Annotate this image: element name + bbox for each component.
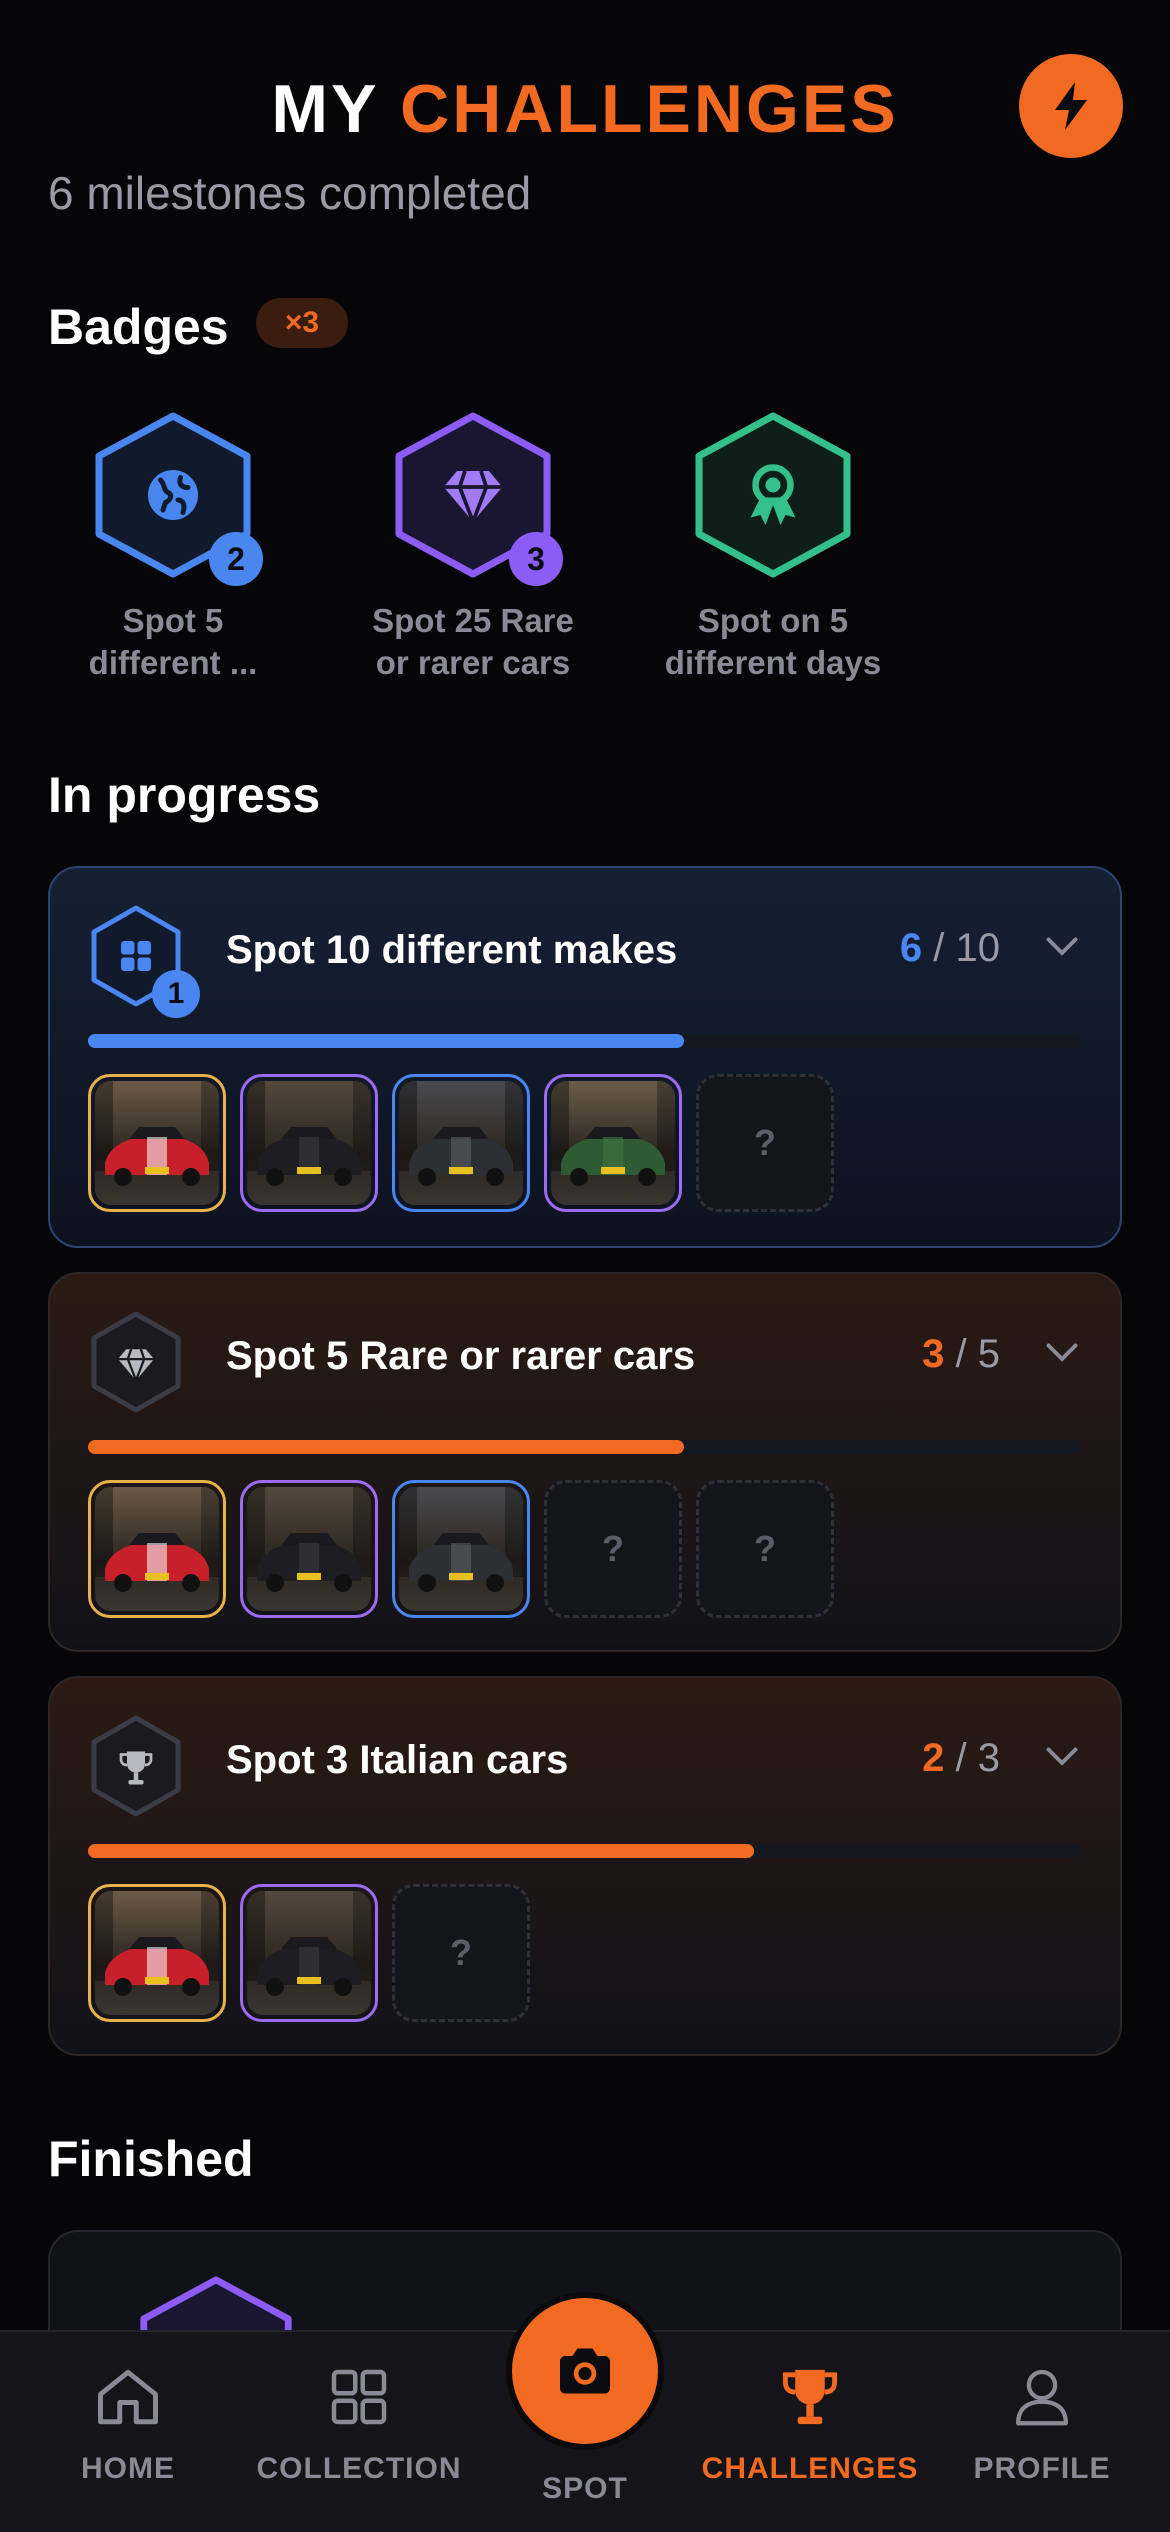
spot-camera-button[interactable] bbox=[506, 2292, 664, 2450]
car-photo bbox=[551, 1081, 675, 1186]
empty-slot[interactable]: ? bbox=[696, 1480, 834, 1618]
diamond-icon bbox=[443, 470, 503, 525]
badge-level: 2 bbox=[209, 532, 263, 586]
empty-slot[interactable]: ? bbox=[544, 1480, 682, 1618]
challenge-title: Spot 5 Rare or rarer cars bbox=[226, 1334, 696, 1378]
home-icon bbox=[98, 2369, 158, 2425]
camera-icon bbox=[560, 2348, 610, 2394]
car-photo bbox=[247, 1891, 371, 1996]
nav-spot-label: SPOT bbox=[542, 2472, 628, 2505]
grid-icon bbox=[121, 941, 151, 971]
car-thumbnail[interactable] bbox=[240, 1480, 378, 1618]
challenge-title: Spot 10 different makes bbox=[226, 928, 678, 972]
car-thumbnail[interactable] bbox=[544, 1074, 682, 1212]
user-icon bbox=[1016, 2369, 1068, 2426]
badge-label: Spot 25 Rare or rarer cars bbox=[372, 602, 574, 681]
car-thumbnail[interactable] bbox=[392, 1480, 530, 1618]
badges-count-pill: ×3 bbox=[256, 298, 348, 348]
empty-slot[interactable]: ? bbox=[696, 1074, 834, 1212]
chevron-down-icon[interactable] bbox=[1044, 1338, 1080, 1368]
challenge-level: 1 bbox=[152, 970, 200, 1018]
challenge-progress-text: 3 / 5 bbox=[922, 1332, 1000, 1376]
car-photo bbox=[247, 1081, 371, 1186]
progress-fill bbox=[88, 1034, 685, 1048]
car-thumbnail[interactable] bbox=[240, 1884, 378, 2022]
header: MY CHALLENGES 6 milestones completed bbox=[0, 0, 1170, 230]
page-title: MY CHALLENGES bbox=[271, 71, 899, 147]
nav-collection[interactable]: COLLECTION bbox=[249, 2362, 469, 2486]
challenge-card-italian[interactable]: Spot 3 Italian cars 2 / 3 ? bbox=[48, 1676, 1122, 2056]
trophy-icon bbox=[119, 1751, 153, 1785]
progress-bar bbox=[88, 1440, 1082, 1454]
finished-heading: Finished bbox=[48, 2131, 254, 2187]
car-photo bbox=[95, 1081, 219, 1186]
progress-fill bbox=[88, 1440, 685, 1454]
globe-icon bbox=[148, 470, 198, 520]
grid-icon bbox=[331, 2369, 387, 2425]
progress-bar bbox=[88, 1844, 1082, 1858]
in-progress-heading: In progress bbox=[48, 767, 321, 823]
nav-challenges[interactable]: CHALLENGES bbox=[700, 2362, 920, 2486]
car-photo bbox=[399, 1487, 523, 1592]
trophy-icon bbox=[782, 2369, 838, 2425]
car-thumbnail[interactable] bbox=[88, 1884, 226, 2022]
challenge-progress-text: 6 / 10 bbox=[899, 926, 1000, 970]
thumb-row: ? bbox=[88, 1074, 834, 1212]
car-thumbnail[interactable] bbox=[392, 1074, 530, 1212]
badge-spot-25-rare[interactable]: 3 Spot 25 Rare or rarer cars bbox=[343, 410, 603, 684]
car-photo bbox=[399, 1081, 523, 1186]
challenge-card-rare[interactable]: Spot 5 Rare or rarer cars 3 / 5 ?? bbox=[48, 1272, 1122, 1652]
award-icon bbox=[750, 464, 796, 525]
thumb-row: ?? bbox=[88, 1480, 834, 1618]
badge-spot-5-days[interactable]: Spot on 5 different days bbox=[643, 410, 903, 684]
badge-label: Spot 5 different ... bbox=[88, 602, 258, 681]
nav-home[interactable]: HOME bbox=[18, 2362, 238, 2486]
empty-slot[interactable]: ? bbox=[392, 1884, 530, 2022]
car-photo bbox=[95, 1487, 219, 1592]
badge-level: 3 bbox=[509, 532, 563, 586]
car-photo bbox=[95, 1891, 219, 1996]
badge-label: Spot on 5 different days bbox=[664, 602, 882, 681]
challenge-card-makes[interactable]: 1 Spot 10 different makes 6 / 10 ? bbox=[48, 866, 1122, 1248]
badge-spot-5-different[interactable]: 2 Spot 5 different ... bbox=[43, 410, 303, 684]
nav-profile[interactable]: PROFILE bbox=[932, 2362, 1152, 2486]
boost-button[interactable] bbox=[1019, 54, 1123, 158]
car-thumbnail[interactable] bbox=[240, 1074, 378, 1212]
badges-heading: Badges bbox=[48, 299, 229, 355]
chevron-down-icon[interactable] bbox=[1044, 932, 1080, 962]
challenge-progress-text: 2 / 3 bbox=[922, 1736, 1000, 1780]
progress-bar bbox=[88, 1034, 1082, 1048]
car-thumbnail[interactable] bbox=[88, 1074, 226, 1212]
thumb-row: ? bbox=[88, 1884, 530, 2022]
diamond-icon bbox=[118, 1348, 154, 1382]
car-photo bbox=[247, 1487, 371, 1592]
milestones-subtitle: 6 milestones completed bbox=[48, 167, 532, 219]
challenge-title: Spot 3 Italian cars bbox=[226, 1738, 569, 1782]
car-thumbnail[interactable] bbox=[88, 1480, 226, 1618]
bolt-icon bbox=[1055, 82, 1087, 130]
chevron-down-icon[interactable] bbox=[1044, 1742, 1080, 1772]
progress-fill bbox=[88, 1844, 754, 1858]
